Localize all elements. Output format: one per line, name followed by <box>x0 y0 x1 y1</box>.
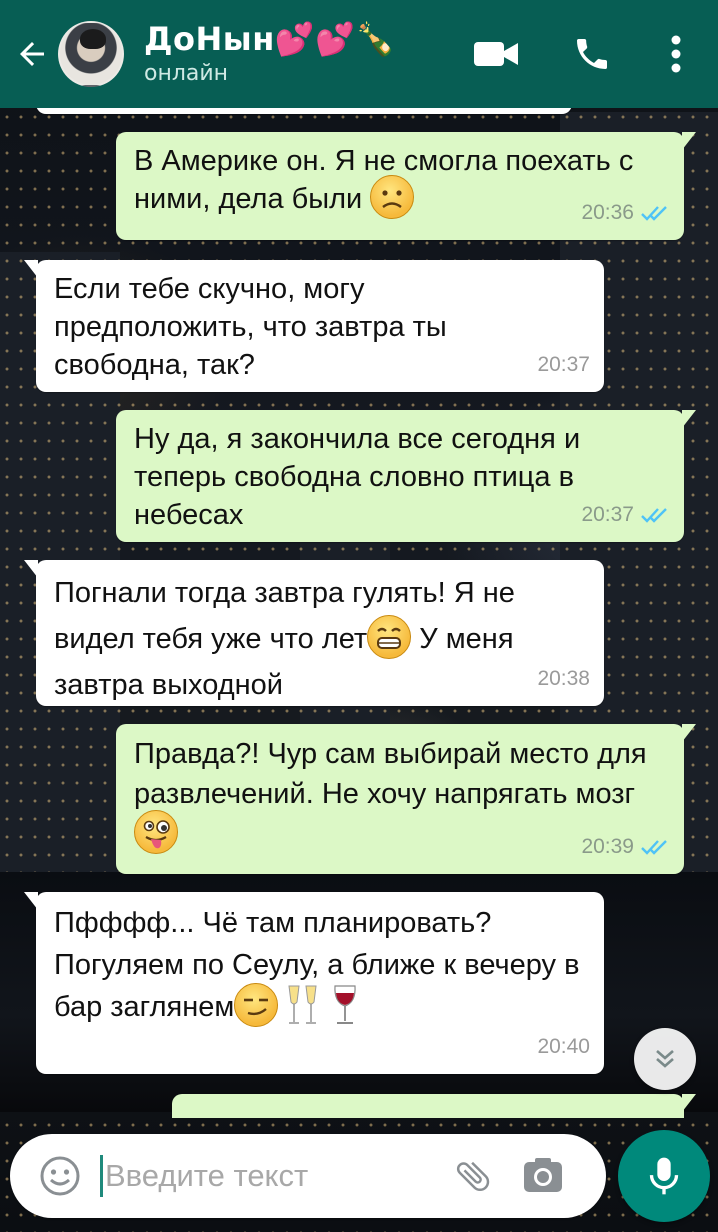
grinning-face-emoji <box>367 615 412 660</box>
message-bubble-outgoing[interactable]: Ну да, я закончила все сегодня и теперь … <box>116 410 696 542</box>
scroll-to-bottom-button[interactable] <box>634 1028 696 1090</box>
contact-status: онлайн <box>144 61 229 86</box>
double-check-icon <box>641 508 667 523</box>
message-time: 20:38 <box>537 667 590 690</box>
message-text: Пфффф... Чё там планировать? Погуляем по… <box>54 902 588 1028</box>
emoji-button[interactable] <box>32 1148 88 1204</box>
microphone-icon <box>649 1157 679 1195</box>
message-meta: 20:40 <box>537 1028 590 1066</box>
message-meta: 20:38 <box>537 660 590 698</box>
attach-button[interactable] <box>445 1148 501 1204</box>
message-bubble-incoming[interactable]: Пфффф... Чё там планировать? Погуляем по… <box>24 892 604 1074</box>
phone-icon <box>577 39 607 69</box>
more-vertical-icon <box>671 35 681 73</box>
champagne-glasses-emoji <box>288 985 317 1025</box>
message-text: Погнали тогда завтра гулять! Я не видел … <box>54 577 523 701</box>
video-call-button[interactable] <box>468 26 524 82</box>
winking-tongue-face-emoji <box>134 810 178 855</box>
message-bubble-incoming[interactable]: Погнали тогда завтра гулять! Я не видел … <box>24 560 604 706</box>
message-meta: 20:36 <box>581 194 670 232</box>
message-meta: 20:39 <box>581 828 670 866</box>
double-chevron-down-icon <box>656 1050 674 1068</box>
message-time: 20:37 <box>581 503 634 526</box>
voice-message-button[interactable] <box>618 1130 710 1222</box>
message-time: 20:39 <box>581 835 634 858</box>
overflow-menu-button[interactable] <box>648 26 704 82</box>
message-text: Если тебе скучно, могу предположить, что… <box>54 273 455 381</box>
message-time: 20:40 <box>537 1035 590 1058</box>
contact-name: ДоНын💕💕🍾 <box>144 20 396 58</box>
camera-icon <box>524 1158 562 1192</box>
message-meta: 20:37 <box>537 346 590 384</box>
message-time: 20:36 <box>581 201 634 224</box>
arrow-left-icon <box>20 42 44 66</box>
double-check-icon <box>641 206 667 221</box>
message-composer <box>10 1134 606 1218</box>
wine-glass-emoji <box>334 985 357 1025</box>
message-meta: 20:37 <box>581 496 670 534</box>
message-bubble-incoming[interactable]: Если тебе скучно, могу предположить, что… <box>24 260 604 392</box>
contact-info[interactable]: ДоНын💕💕🍾 онлайн <box>144 19 474 89</box>
message-bubble-partial <box>36 108 572 114</box>
video-camera-icon <box>474 42 518 66</box>
smiley-icon <box>40 1156 80 1196</box>
frowning-face-emoji <box>370 175 415 220</box>
message-bubble-outgoing[interactable]: Правда?! Чур сам выбирай место для развл… <box>116 724 696 874</box>
message-list[interactable]: В Америке он. Я не смогла поехать с ними… <box>0 108 718 1118</box>
voice-call-button[interactable] <box>564 26 620 82</box>
smirking-face-emoji <box>234 983 279 1028</box>
double-check-icon <box>641 840 667 855</box>
message-bubble-outgoing[interactable]: В Америке он. Я не смогла поехать с ними… <box>116 132 696 240</box>
text-cursor <box>100 1155 103 1197</box>
camera-button[interactable] <box>515 1148 571 1204</box>
message-time: 20:37 <box>537 353 590 376</box>
chat-header: ДоНын💕💕🍾 онлайн <box>0 0 718 108</box>
contact-avatar[interactable] <box>58 21 124 87</box>
paperclip-icon <box>456 1161 490 1192</box>
message-bubble-outgoing-partial[interactable] <box>172 1094 696 1118</box>
back-button[interactable] <box>8 24 56 84</box>
message-input[interactable] <box>105 1158 435 1194</box>
